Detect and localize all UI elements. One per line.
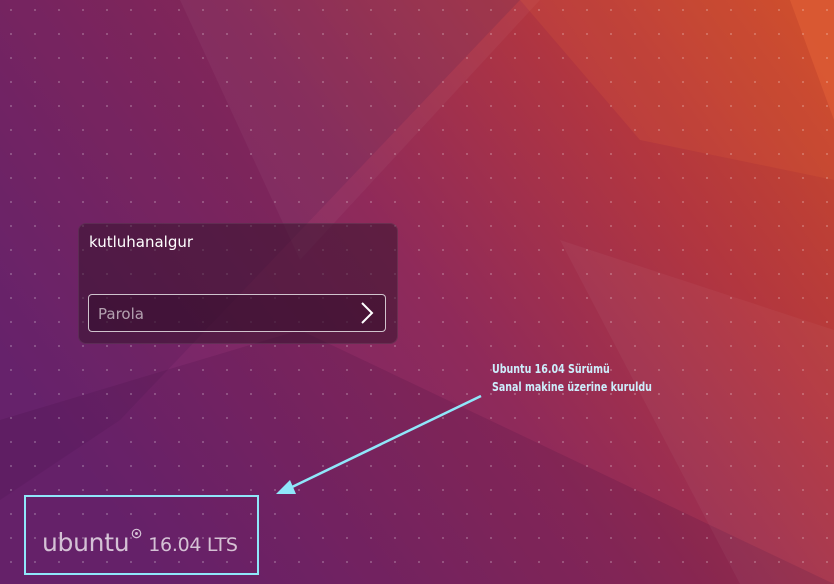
username-label[interactable]: kutluhanalgur <box>89 233 193 251</box>
version-label: 16.04 LTS <box>148 534 238 556</box>
ubuntu-branding: ubuntu 16.04 LTS <box>42 528 238 557</box>
password-placeholder: Parola <box>98 305 144 323</box>
password-field[interactable]: Parola <box>88 294 386 332</box>
annotation-text: Ubuntu 16.04 Sürümü Sanal makine üzerine… <box>492 360 652 396</box>
circle-of-friends-icon <box>131 528 142 539</box>
submit-arrow-button[interactable] <box>355 301 379 325</box>
annotation-line-2: Sanal makine üzerine kuruldu <box>492 380 652 394</box>
annotation-line-1: Ubuntu 16.04 Sürümü <box>492 362 610 376</box>
login-panel: kutluhanalgur Parola <box>78 223 398 344</box>
chevron-right-icon <box>361 302 374 324</box>
brand-word: ubuntu <box>42 528 130 557</box>
